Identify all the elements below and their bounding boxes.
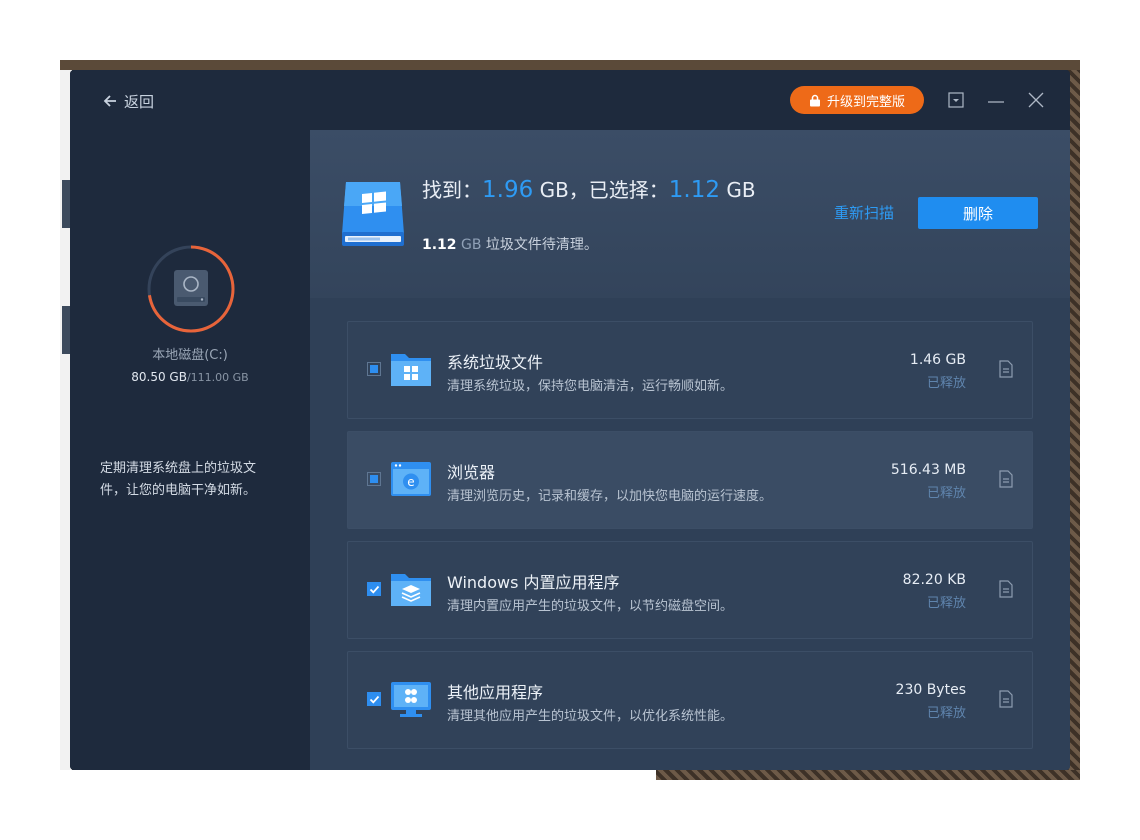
minimize-icon xyxy=(988,101,1004,103)
scan-summary: 找到：1.96 GB，已选择：1.12 GB 1.12 GB 垃圾文件待清理。 … xyxy=(310,130,1070,298)
category-checkbox[interactable] xyxy=(367,692,381,706)
category-title: 其他应用程序 xyxy=(447,683,544,702)
sidebar: 本地磁盘(C:) 80.50 GB/111.00 GB 定期清理系统盘上的垃圾文… xyxy=(70,130,310,770)
disk-name: 本地磁盘(C:) xyxy=(152,348,228,363)
category-checkbox[interactable] xyxy=(367,582,381,596)
desktop-top-strip xyxy=(60,60,1080,70)
category-status: 已释放 xyxy=(926,486,966,501)
category-description: 清理内置应用产生的垃圾文件，以节约磁盘空间。 xyxy=(447,599,734,614)
back-label: 返回 xyxy=(124,92,155,111)
disk-usage-ring xyxy=(147,245,235,333)
upgrade-button[interactable]: 升级到完整版 xyxy=(790,86,924,114)
main-panel: 找到：1.96 GB，已选择：1.12 GB 1.12 GB 垃圾文件待清理。 … xyxy=(310,130,1070,770)
windows-drive-icon xyxy=(342,182,404,246)
delete-button[interactable]: 删除 xyxy=(918,197,1038,229)
monitor-apps-icon xyxy=(391,682,431,717)
lock-icon xyxy=(809,94,820,106)
windows-folder-icon xyxy=(391,354,431,386)
found-size: 1.96 xyxy=(482,177,534,203)
category-status: 已释放 xyxy=(926,706,966,721)
category-item-system-junk[interactable]: 系统垃圾文件 清理系统垃圾，保持您电脑清洁，运行畅顺如新。 1.46 GB 已释… xyxy=(347,321,1033,419)
disk-total: /111.00 GB xyxy=(186,371,249,384)
upgrade-label: 升级到完整版 xyxy=(826,94,905,110)
pending-size: 1.12 xyxy=(422,237,457,253)
menu-dropdown-button[interactable] xyxy=(946,90,966,110)
browser-icon: e xyxy=(391,462,431,496)
category-title: 浏览器 xyxy=(447,463,496,482)
category-checkbox[interactable] xyxy=(367,362,381,376)
pending-cleanup-line: 1.12 GB 垃圾文件待清理。 xyxy=(422,237,598,253)
file-details-icon[interactable] xyxy=(998,360,1014,378)
cleanup-tip: 定期清理系统盘上的垃圾文件，让您的电脑干净如新。 xyxy=(100,461,257,498)
category-description: 清理浏览历史，记录和缓存，以加快您电脑的运行速度。 xyxy=(447,489,773,504)
category-item-windows-apps[interactable]: Windows 内置应用程序 清理内置应用产生的垃圾文件，以节约磁盘空间。 82… xyxy=(347,541,1033,639)
file-details-icon[interactable] xyxy=(998,580,1014,598)
back-button[interactable]: 返回 xyxy=(102,90,154,112)
category-size: 516.43 MB xyxy=(890,462,966,478)
category-size: 82.20 KB xyxy=(902,572,966,588)
cleanup-window: 返回 升级到完整版 本地磁盘(C:) 80.50 GB/111.00 GB 定期… xyxy=(70,70,1070,770)
dropdown-icon xyxy=(948,92,964,108)
category-status: 已释放 xyxy=(926,596,966,611)
selected-size: 1.12 xyxy=(668,177,721,203)
close-button[interactable] xyxy=(1026,90,1046,110)
disk-usage-text: 80.50 GB/111.00 GB xyxy=(70,370,310,384)
category-size: 1.46 GB xyxy=(909,352,966,368)
category-title: 系统垃圾文件 xyxy=(447,353,544,372)
scan-result-line: 找到：1.96 GB，已选择：1.12 GB xyxy=(422,177,756,203)
file-details-icon[interactable] xyxy=(998,470,1014,488)
arrow-left-icon xyxy=(103,95,116,107)
junk-category-list: 系统垃圾文件 清理系统垃圾，保持您电脑清洁，运行畅顺如新。 1.46 GB 已释… xyxy=(310,298,1070,770)
minimize-button[interactable] xyxy=(986,90,1006,110)
disk-used: 80.50 GB xyxy=(131,370,187,384)
category-item-other-apps[interactable]: 其他应用程序 清理其他应用产生的垃圾文件，以优化系统性能。 230 Bytes … xyxy=(347,651,1033,749)
category-status: 已释放 xyxy=(926,376,966,391)
category-description: 清理系统垃圾，保持您电脑清洁，运行畅顺如新。 xyxy=(447,379,734,394)
close-icon xyxy=(1028,92,1044,108)
category-size: 230 Bytes xyxy=(895,682,966,698)
svg-text:e: e xyxy=(407,475,414,489)
rescan-link[interactable]: 重新扫描 xyxy=(834,202,894,223)
file-details-icon[interactable] xyxy=(998,690,1014,708)
desktop-bottom-edge xyxy=(60,770,1080,780)
category-item-browser[interactable]: e 浏览器 清理浏览历史，记录和缓存，以加快您电脑的运行速度。 516.43 M… xyxy=(347,431,1033,529)
layers-folder-icon xyxy=(391,574,431,606)
title-bar: 返回 升级到完整版 xyxy=(70,70,1070,130)
category-title: Windows 内置应用程序 xyxy=(447,573,620,592)
category-checkbox[interactable] xyxy=(367,472,381,486)
hard-drive-icon xyxy=(174,270,208,306)
category-description: 清理其他应用产生的垃圾文件，以优化系统性能。 xyxy=(447,709,734,724)
